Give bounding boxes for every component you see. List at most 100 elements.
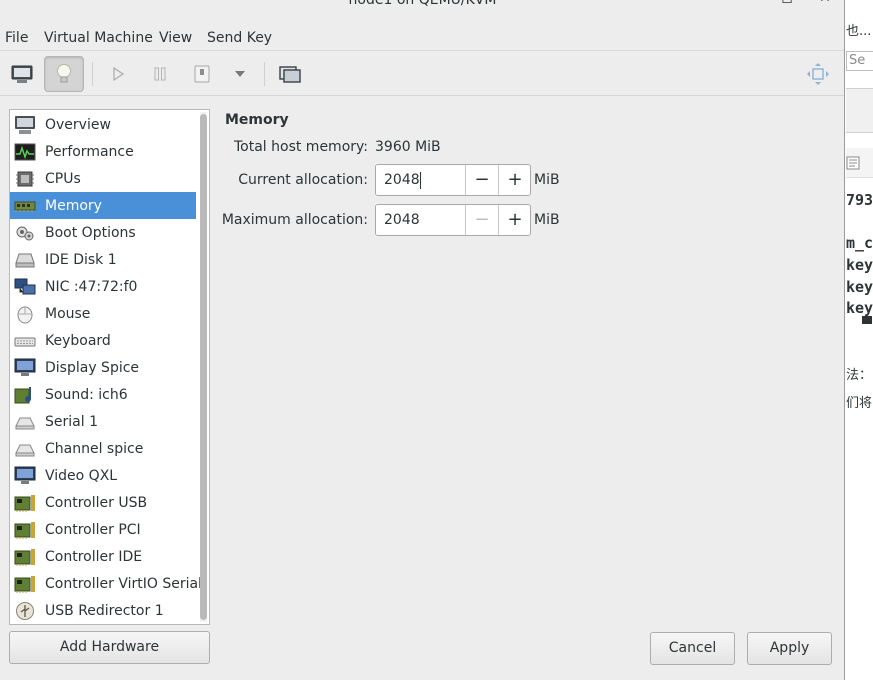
sidebar-item[interactable]: Overview (10, 111, 196, 138)
text-cursor (420, 172, 421, 189)
background-header (846, 148, 873, 178)
chevron-down-icon (235, 71, 245, 77)
sidebar-item-label: Performance (45, 143, 134, 160)
shutdown-button[interactable] (182, 56, 222, 92)
run-button[interactable] (98, 56, 138, 92)
sidebar-item[interactable]: Video QXL (10, 462, 196, 489)
controller-icon (13, 492, 37, 514)
minimize-button[interactable]: — (738, 0, 758, 10)
details-button[interactable] (44, 56, 84, 92)
terminal-cursor (862, 316, 872, 324)
usb-icon (13, 600, 37, 622)
sidebar-item-label: Controller PCI (45, 521, 141, 538)
current-decrement-button[interactable]: − (465, 165, 498, 195)
sidebar-item[interactable]: Mouse (10, 300, 196, 327)
disk-icon (13, 249, 37, 271)
background-search-placeholder: Se (849, 53, 866, 68)
sidebar-item[interactable]: Controller USB (10, 489, 196, 516)
power-icon (194, 65, 210, 83)
sidebar-item[interactable]: Performance (10, 138, 196, 165)
hardware-list[interactable]: Overview Performance CPUs Memory Boot Option… (9, 109, 210, 625)
current-allocation-unit: MiB (534, 172, 560, 188)
channel-icon (13, 438, 37, 460)
cancel-button[interactable]: Cancel (650, 632, 735, 665)
sidebar-item-label: NIC :47:72:f0 (45, 278, 138, 295)
maximum-decrement-button[interactable]: − (465, 205, 498, 235)
sidebar-item-label: Memory (45, 197, 102, 214)
sidebar-item[interactable]: Channel spice (10, 435, 196, 462)
shutdown-menu-button[interactable] (220, 56, 260, 92)
sidebar-item[interactable]: IDE Disk 1 (10, 246, 196, 273)
current-increment-button[interactable]: + (498, 165, 530, 195)
menu-virtual-machine[interactable]: Virtual Machine (44, 30, 153, 46)
total-host-memory-label: Total host memory: (233, 139, 368, 155)
sidebar-item-label: Display Spice (45, 359, 140, 376)
sidebar-item-label: Sound: ich6 (45, 386, 128, 403)
screenshot-button[interactable] (270, 56, 310, 92)
sidebar-item-label: Mouse (45, 305, 91, 322)
background-text-fragment: key (846, 278, 873, 296)
menu-file[interactable]: File (5, 30, 28, 46)
sound-icon (13, 384, 37, 406)
sidebar-item[interactable]: Sound: ich6 (10, 381, 196, 408)
maximum-increment-button[interactable]: + (498, 205, 530, 235)
background-text-fragment: 法： (846, 368, 873, 383)
sidebar-item[interactable]: Memory (10, 192, 196, 219)
sidebar-item[interactable]: Display Spice (10, 354, 196, 381)
toolbar-separator (264, 62, 265, 86)
console-button[interactable] (2, 56, 42, 92)
video-icon (13, 465, 37, 487)
background-toolbar (846, 88, 873, 133)
controller-icon (13, 546, 37, 568)
add-hardware-button[interactable]: Add Hardware (9, 631, 210, 664)
scrollbar-thumb[interactable] (200, 114, 207, 620)
sidebar-item[interactable]: Controller VirtIO Serial (10, 570, 202, 597)
monitor-icon (11, 65, 33, 83)
background-text-fragment: 也... (846, 24, 872, 39)
background-search-box[interactable]: Se (846, 51, 873, 71)
memory-icon (13, 195, 37, 217)
sidebar-item[interactable]: Controller PCI (10, 516, 196, 543)
controller-icon (13, 519, 37, 541)
keyboard-icon (13, 330, 37, 352)
background-window[interactable]: 也... Se 793 m_c key key key 法： 们将 (846, 0, 873, 680)
sidebar-item[interactable]: Controller IDE (10, 543, 196, 570)
background-text-fragment: key (846, 256, 873, 274)
sidebar-item-label: USB Redirector 1 (45, 602, 164, 619)
screenshot-icon (279, 66, 301, 83)
vm-details-window: node1 on QEMU/KVM — ◻ ✕ File Virtual Mac… (0, 0, 845, 680)
title-bar[interactable]: node1 on QEMU/KVM — ◻ ✕ (0, 0, 844, 16)
menu-view[interactable]: View (159, 30, 192, 46)
sidebar-item[interactable]: Keyboard (10, 327, 196, 354)
maximize-button[interactable]: ◻ (777, 0, 797, 10)
maximum-allocation-label: Maximum allocation: (221, 212, 368, 228)
mouse-icon (13, 303, 37, 325)
pause-button[interactable] (140, 56, 180, 92)
cpu-icon (13, 168, 37, 190)
sidebar-item-label: Video QXL (45, 467, 118, 484)
maximum-allocation-spinner[interactable]: − + (375, 204, 531, 236)
sidebar-item[interactable]: Serial 1 (10, 408, 196, 435)
sidebar-item-label: Controller USB (45, 494, 148, 511)
menu-send-key[interactable]: Send Key (207, 30, 272, 46)
close-button[interactable]: ✕ (815, 0, 835, 10)
apply-button[interactable]: Apply (747, 632, 832, 665)
sidebar-item-label: Controller IDE (45, 548, 143, 565)
play-icon (113, 66, 125, 82)
sidebar-item-label: Channel spice (45, 440, 144, 457)
sidebar-item-label: Serial 1 (45, 413, 98, 430)
sidebar-item[interactable]: NIC :47:72:f0 (10, 273, 196, 300)
sidebar-item[interactable]: USB Redirector 1 (10, 597, 196, 624)
total-host-memory-value: 3960 MiB (375, 139, 441, 155)
sidebar-item[interactable]: Boot Options (10, 219, 196, 246)
sidebar-scrollbar[interactable] (200, 112, 207, 622)
sidebar-item-label: IDE Disk 1 (45, 251, 117, 268)
maximum-allocation-unit: MiB (534, 212, 560, 228)
sidebar-item-label: Controller VirtIO Serial (45, 575, 202, 592)
controller-icon (13, 573, 37, 595)
current-allocation-spinner[interactable]: − + (375, 164, 531, 196)
maximum-allocation-input[interactable] (376, 205, 465, 235)
sidebar-item[interactable]: CPUs (10, 165, 196, 192)
nic-icon (13, 276, 37, 298)
fullscreen-button[interactable] (798, 56, 838, 92)
